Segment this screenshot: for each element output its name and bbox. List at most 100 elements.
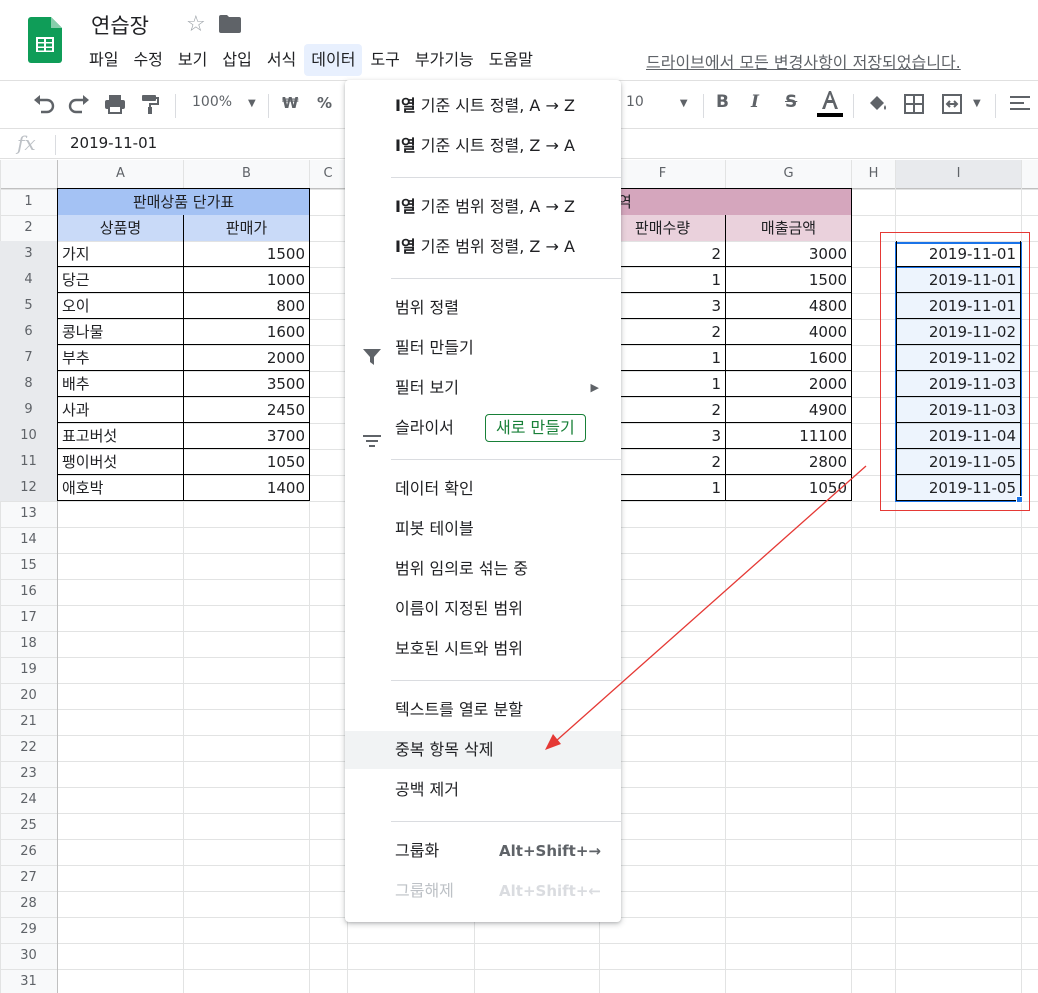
row-header[interactable]: 21: [0, 709, 57, 735]
row-header[interactable]: 8: [0, 371, 57, 397]
price-cell-name[interactable]: 가지: [58, 241, 183, 267]
row-header[interactable]: 13: [0, 501, 57, 527]
text-color-icon[interactable]: [817, 89, 843, 123]
menu-sort-range-za[interactable]: I열 기준 범위 정렬, Z → A: [345, 228, 621, 266]
merge-dropdown-icon[interactable]: ▼: [973, 98, 981, 109]
price-cell-price[interactable]: 2450: [184, 397, 309, 423]
sales-cell-amount[interactable]: 11100: [726, 423, 851, 449]
menu-view[interactable]: 보기: [171, 44, 214, 76]
row-header[interactable]: 18: [0, 631, 57, 657]
sales-table-title[interactable]: 역: [600, 189, 851, 215]
price-cell-name[interactable]: 오이: [58, 293, 183, 319]
menu-insert[interactable]: 삽입: [215, 44, 258, 76]
menu-named-ranges[interactable]: 이름이 지정된 범위: [345, 590, 621, 628]
fill-handle[interactable]: [1016, 496, 1023, 503]
price-cell-name[interactable]: 당근: [58, 267, 183, 293]
column-header-g[interactable]: G: [726, 160, 851, 188]
save-status-link[interactable]: 드라이브에서 모든 변경사항이 저장되었습니다.: [646, 49, 961, 73]
row-header[interactable]: 29: [0, 917, 57, 943]
row-header[interactable]: 6: [0, 319, 57, 345]
row-header[interactable]: 28: [0, 891, 57, 917]
menu-protected-ranges[interactable]: 보호된 시트와 범위: [345, 630, 621, 668]
date-cell[interactable]: 2019-11-05: [896, 475, 1021, 501]
date-cell[interactable]: 2019-11-01: [896, 241, 1021, 267]
price-cell-price[interactable]: 1600: [184, 319, 309, 345]
zoom-select[interactable]: 100% ▼: [192, 94, 256, 110]
row-header[interactable]: 4: [0, 267, 57, 293]
menu-create-filter[interactable]: 필터 만들기: [345, 329, 621, 367]
row-header[interactable]: 7: [0, 345, 57, 371]
row-header[interactable]: 3: [0, 241, 57, 267]
row-header[interactable]: 12: [0, 475, 57, 501]
price-cell-price[interactable]: 1050: [184, 449, 309, 475]
price-table-title[interactable]: 판매상품 단가표: [58, 189, 309, 215]
row-header[interactable]: 25: [0, 813, 57, 839]
price-cell-price[interactable]: 1000: [184, 267, 309, 293]
date-cell[interactable]: 2019-11-01: [896, 293, 1021, 319]
row-header[interactable]: 24: [0, 787, 57, 813]
menu-trim-whitespace[interactable]: 공백 제거: [345, 771, 621, 809]
menu-group[interactable]: 그룹화 Alt+Shift+→: [345, 832, 621, 870]
price-cell-price[interactable]: 1400: [184, 475, 309, 501]
menu-tools[interactable]: 도구: [363, 44, 406, 76]
menu-file[interactable]: 파일: [82, 44, 125, 76]
column-header-i[interactable]: I: [896, 160, 1021, 188]
merge-cells-icon[interactable]: [942, 94, 966, 118]
borders-icon[interactable]: [904, 94, 924, 118]
date-cell[interactable]: 2019-11-04: [896, 423, 1021, 449]
row-header[interactable]: 16: [0, 579, 57, 605]
date-cell[interactable]: 2019-11-02: [896, 319, 1021, 345]
formula-input[interactable]: 2019-11-01: [70, 134, 157, 152]
price-cell-name[interactable]: 부추: [58, 345, 183, 371]
sales-cell-amount[interactable]: 3000: [726, 241, 851, 267]
row-header[interactable]: 15: [0, 553, 57, 579]
menu-split-text[interactable]: 텍스트를 열로 분할: [345, 691, 621, 729]
price-header-name[interactable]: 상품명: [58, 215, 183, 241]
redo-icon[interactable]: [68, 94, 90, 118]
price-cell-price[interactable]: 1500: [184, 241, 309, 267]
percent-format-button[interactable]: %: [317, 94, 332, 112]
column-header-b[interactable]: B: [184, 160, 309, 188]
sales-cell-amount[interactable]: 4900: [726, 397, 851, 423]
align-icon[interactable]: [1009, 94, 1031, 118]
date-cell[interactable]: 2019-11-03: [896, 371, 1021, 397]
row-header[interactable]: 19: [0, 657, 57, 683]
menu-edit[interactable]: 수정: [126, 44, 169, 76]
menu-sort-sheet-za[interactable]: I열 기준 시트 정렬, Z → A: [345, 127, 621, 165]
paint-format-icon[interactable]: [140, 94, 160, 118]
bold-icon[interactable]: B: [716, 92, 729, 112]
row-header[interactable]: 11: [0, 449, 57, 475]
sheets-logo-icon[interactable]: [28, 17, 62, 63]
date-cell[interactable]: 2019-11-03: [896, 397, 1021, 423]
row-header[interactable]: 20: [0, 683, 57, 709]
row-header[interactable]: 22: [0, 735, 57, 761]
menu-randomize-range[interactable]: 범위 임의로 섞는 중: [345, 550, 621, 588]
menu-data-validation[interactable]: 데이터 확인: [345, 470, 621, 508]
row-header[interactable]: 23: [0, 761, 57, 787]
row-header[interactable]: 10: [0, 423, 57, 449]
price-cell-name[interactable]: 표고버섯: [58, 423, 183, 449]
currency-format-button[interactable]: ₩: [282, 94, 299, 112]
menu-addons[interactable]: 부가기능: [408, 44, 481, 76]
sales-cell-amount[interactable]: 2000: [726, 371, 851, 397]
fill-color-icon[interactable]: [867, 94, 889, 118]
sales-cell-amount[interactable]: 1500: [726, 267, 851, 293]
star-icon[interactable]: ☆: [186, 12, 206, 37]
row-header[interactable]: 1: [0, 189, 57, 215]
price-cell-name[interactable]: 배추: [58, 371, 183, 397]
sales-header-amount[interactable]: 매출금액: [726, 215, 851, 241]
row-header[interactable]: 2: [0, 215, 57, 241]
row-header[interactable]: 14: [0, 527, 57, 553]
price-header-price[interactable]: 판매가: [184, 215, 309, 241]
date-cell[interactable]: 2019-11-05: [896, 449, 1021, 475]
sales-cell-amount[interactable]: 1050: [726, 475, 851, 501]
row-header[interactable]: 5: [0, 293, 57, 319]
price-cell-name[interactable]: 팽이버섯: [58, 449, 183, 475]
price-cell-name[interactable]: 애호박: [58, 475, 183, 501]
font-size-select[interactable]: 10 ▼: [626, 94, 688, 110]
price-cell-price[interactable]: 2000: [184, 345, 309, 371]
row-header[interactable]: 31: [0, 969, 57, 993]
row-header[interactable]: 9: [0, 397, 57, 423]
menu-filter-views[interactable]: 필터 보기 ▶: [345, 369, 621, 407]
menu-sort-range[interactable]: 범위 정렬: [345, 289, 621, 327]
